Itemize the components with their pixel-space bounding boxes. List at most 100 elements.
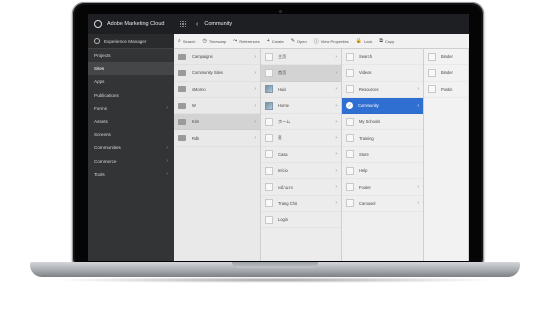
- open-button[interactable]: ✎ Open: [291, 38, 307, 44]
- row-label: Login: [278, 217, 289, 223]
- page-icon: [265, 150, 273, 159]
- row-label: Resources: [359, 86, 379, 92]
- column-row[interactable]: 首页 ›: [261, 65, 341, 82]
- sidebar-item-commerce[interactable]: Commerce ›: [88, 155, 174, 168]
- lock-button[interactable]: 🔒 Lock: [356, 38, 373, 44]
- sidebar-item-sites[interactable]: Sites: [88, 62, 174, 76]
- create-button[interactable]: + Create: [267, 38, 284, 44]
- page-icon: [428, 85, 436, 94]
- column-row[interactable]: Postin: [424, 82, 468, 98]
- column-row[interactable]: Binder: [424, 65, 468, 81]
- page-icon: [346, 166, 354, 175]
- row-label: Search: [359, 54, 372, 60]
- page-icon: [346, 68, 354, 77]
- page-icon: [265, 183, 273, 192]
- page-icon: [265, 199, 273, 208]
- timewarp-icon: ◷: [202, 38, 207, 44]
- sidebar-item-projects[interactable]: Projects: [88, 49, 174, 62]
- chevron-right-icon: ›: [335, 184, 337, 191]
- row-label: Postin: [441, 86, 453, 92]
- laptop-notch: [232, 262, 318, 268]
- row-label: Community Sites: [192, 70, 223, 76]
- column-row[interactable]: Login: [261, 212, 341, 228]
- row-label: Footer: [359, 184, 371, 190]
- toolbar-label: Open: [296, 38, 307, 44]
- chevron-right-icon: ›: [335, 167, 337, 174]
- back-chevron-icon[interactable]: ‹: [196, 21, 198, 28]
- column-row[interactable]: Training: [342, 130, 423, 146]
- row-label: 首页: [278, 69, 287, 75]
- column-row[interactable]: Binder: [424, 49, 468, 65]
- sidebar-item-label: Projects: [94, 53, 111, 59]
- column-row[interactable]: 홈 ›: [261, 130, 341, 146]
- toolbar-label: Lock: [363, 38, 373, 44]
- copy-button[interactable]: ⧉ Copy: [379, 38, 394, 44]
- column-row[interactable]: Início ›: [261, 163, 341, 179]
- row-label: Campaigns: [192, 54, 213, 60]
- sidebar-item-forms[interactable]: Forms ›: [88, 102, 174, 115]
- sidebar-item-apps[interactable]: Apps: [88, 75, 174, 88]
- column-row[interactable]: Search: [342, 49, 423, 65]
- chevron-right-icon: ›: [254, 118, 256, 125]
- breadcrumb[interactable]: Community: [204, 21, 232, 27]
- column-row[interactable]: Trang Chủ ›: [261, 196, 341, 212]
- folder-icon: [178, 53, 186, 60]
- row-label: ホーム: [278, 118, 291, 124]
- page-icon: [428, 68, 436, 77]
- column-row[interactable]: Community Sites ›: [174, 65, 260, 81]
- column-row[interactable]: Help: [342, 163, 423, 179]
- sidebar-item-screens[interactable]: Screens: [88, 128, 174, 141]
- column-row[interactable]: หน้าแรก ›: [261, 179, 341, 195]
- copy-icon: ⧉: [379, 38, 383, 44]
- folder-icon: [178, 135, 186, 142]
- row-label: Home: [278, 103, 289, 109]
- chevron-right-icon: ›: [335, 118, 337, 125]
- column-row[interactable]: Videos: [342, 65, 423, 81]
- toolbar-label: Timewarp: [208, 38, 227, 44]
- sidebar: Experience Manager Projects Sites Apps Publ…: [88, 34, 174, 261]
- column-row[interactable]: Rdk ›: [174, 130, 260, 146]
- chevron-right-icon: ›: [335, 151, 337, 158]
- column-row[interactable]: W ›: [174, 98, 260, 114]
- sidebar-item-tools[interactable]: Tools ›: [88, 168, 174, 181]
- app-screen: Adobe Marketing Cloud ‹ Community Experi…: [88, 14, 469, 261]
- chevron-right-icon: ›: [417, 86, 419, 93]
- sidebar-item-label: Communities: [94, 145, 121, 151]
- page-icon: [265, 52, 273, 61]
- column-row[interactable]: ホーム ›: [261, 114, 341, 130]
- open-icon: ✎: [290, 38, 295, 44]
- column-row[interactable]: Home ›: [261, 98, 341, 114]
- timewarp-button[interactable]: ◷ Timewarp: [203, 38, 227, 44]
- column-row[interactable]: Campaigns ›: [174, 49, 260, 65]
- row-label: Binder: [441, 70, 453, 76]
- column-row[interactable]: Resources ›: [342, 82, 423, 98]
- column-row[interactable]: Carousel ›: [342, 196, 423, 212]
- sidebar-item-assets[interactable]: Assets: [88, 115, 174, 128]
- column-row[interactable]: Kim ›: [174, 114, 260, 131]
- column-row[interactable]: Footer ›: [342, 179, 423, 195]
- column-row[interactable]: My Schools: [342, 114, 423, 130]
- brand[interactable]: Adobe Marketing Cloud: [88, 14, 178, 34]
- view-properties-button[interactable]: ⓘ View Properties: [314, 38, 349, 45]
- column-row[interactable]: ✓ Community ›: [342, 97, 423, 115]
- row-label: Início: [278, 168, 288, 174]
- column-row[interactable]: sMorno ›: [174, 82, 260, 98]
- sidebar-item-communities[interactable]: Communities ›: [88, 141, 174, 154]
- column-row[interactable]: Huis ›: [261, 82, 341, 98]
- chevron-right-icon: ›: [166, 144, 168, 151]
- sidebar-header[interactable]: Experience Manager: [88, 34, 174, 49]
- search-icon: ⌕: [178, 38, 181, 44]
- column-row[interactable]: Store: [342, 147, 423, 163]
- apps-grid-icon[interactable]: [180, 21, 186, 27]
- column-row[interactable]: 主页 ›: [261, 49, 341, 65]
- browser-column-4: Binder Binder Postin: [424, 49, 469, 261]
- row-label: Help: [359, 168, 368, 174]
- references-button[interactable]: ⤳ References: [233, 38, 259, 44]
- chevron-right-icon: ›: [335, 200, 337, 207]
- column-row[interactable]: Casa ›: [261, 147, 341, 163]
- page-icon: [265, 215, 273, 224]
- sidebar-item-publications[interactable]: Publications: [88, 89, 174, 102]
- search-button[interactable]: ⌕ Search: [178, 38, 196, 44]
- sidebar-item-label: Commerce: [94, 158, 117, 164]
- sidebar-item-label: Apps: [94, 79, 105, 85]
